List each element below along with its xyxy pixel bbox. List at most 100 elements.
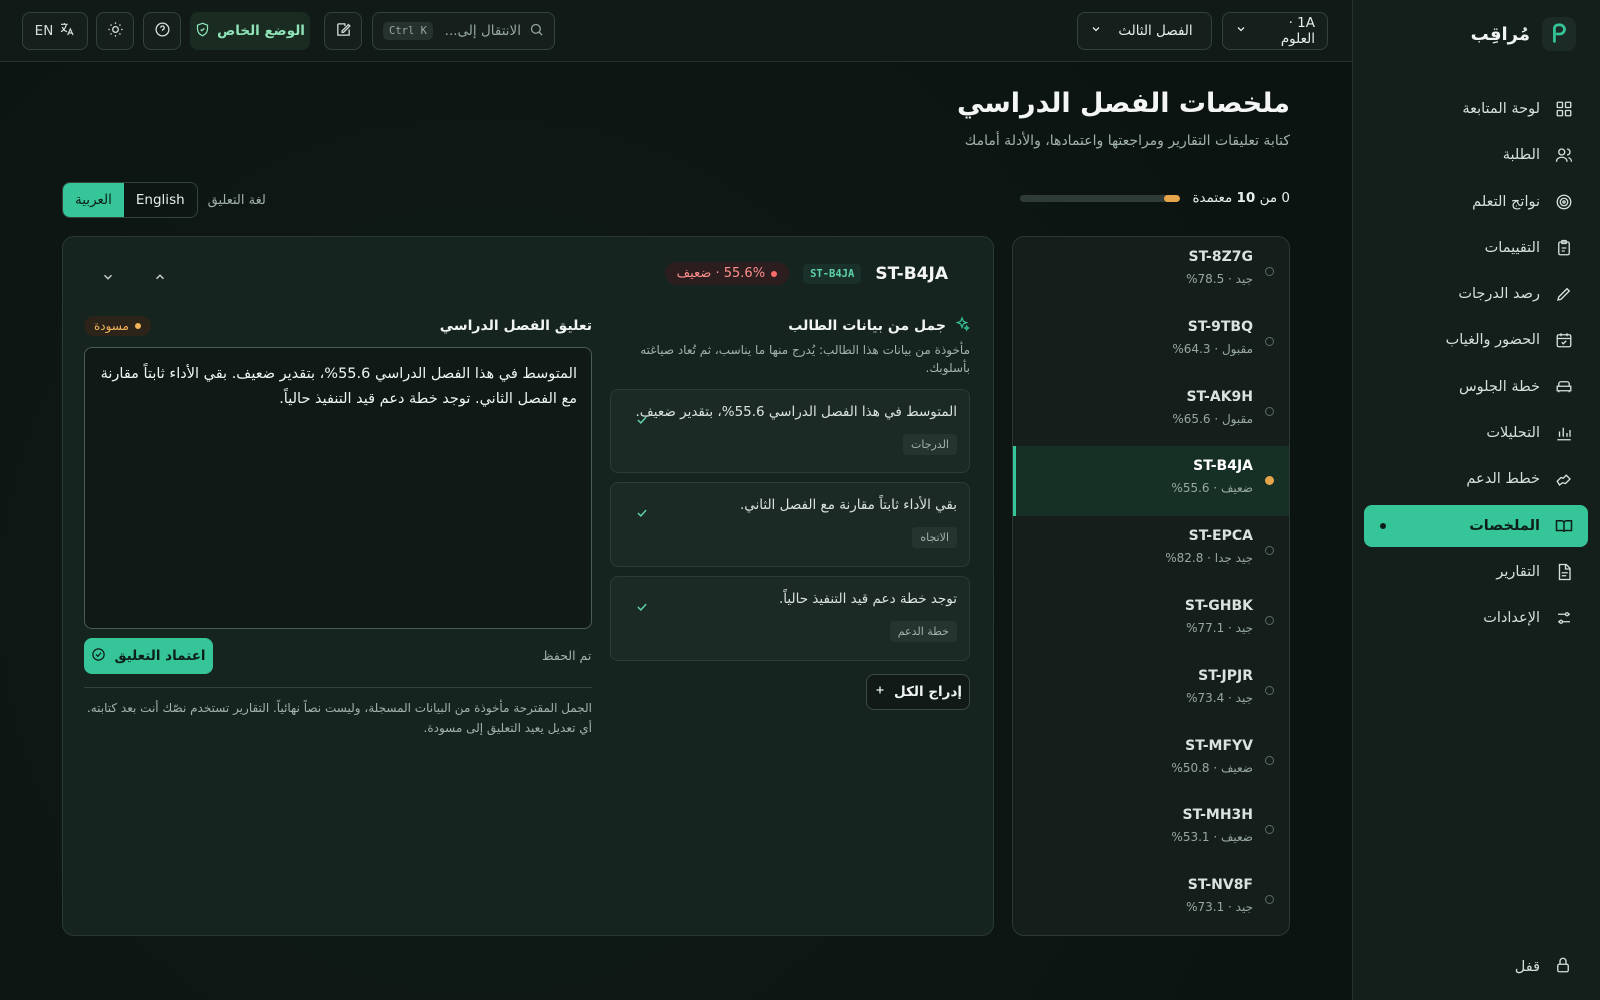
lang-option-arabic[interactable]: العربية <box>63 183 124 217</box>
student-row[interactable]: ST-NV8F جيد · 73.1% <box>1013 865 1289 935</box>
lock-button[interactable]: قفل <box>1515 956 1572 978</box>
sidebar-item-seating[interactable]: خطة الجلوس <box>1364 366 1588 408</box>
users-icon <box>1554 145 1574 165</box>
next-student-button[interactable] <box>97 267 119 289</box>
book-open-icon <box>1554 516 1574 536</box>
student-code-chip: ST-B4JA <box>803 263 862 284</box>
brand[interactable]: مُراقِب <box>1471 16 1576 52</box>
suggestion-card[interactable]: توجد خطة دعم قيد التنفيذ حالياً. خطة الد… <box>610 576 970 661</box>
suggestion-text: المتوسط في هذا الفصل الدراسي 55.6%، بتقد… <box>635 404 957 420</box>
insert-all-button[interactable]: إدراج الكل <box>866 674 970 710</box>
student-row[interactable]: ST-9TBQ مقبول · 64.3% <box>1013 307 1289 377</box>
draft-badge: مسودة <box>84 316 151 336</box>
student-row[interactable]: ST-MFYV ضعيف · 50.8% <box>1013 726 1289 796</box>
student-row[interactable]: ST-MH3H ضعيف · 53.1% <box>1013 795 1289 865</box>
save-status: تم الحفظ <box>542 648 592 663</box>
sidebar-item-label: خطة الجلوس <box>1458 378 1540 395</box>
suggestion-card[interactable]: بقي الأداء ثابتاً مقارنة مع الفصل الثاني… <box>610 482 970 567</box>
student-row[interactable]: ST-AK9H مقبول · 65.6% <box>1013 377 1289 447</box>
student-header: ST-B4JA ST-B4JA 55.6% · ضعيف <box>664 262 948 285</box>
suggestion-tag: الاتجاه <box>912 527 957 548</box>
comment-title: تعليق الفصل الدراسي <box>439 318 592 334</box>
student-id: ST-EPCA <box>1188 528 1253 545</box>
student-id: ST-B4JA <box>1193 458 1253 475</box>
approval-progress: 0 من 10 معتمدة <box>1020 190 1290 206</box>
sidebar-item-grades[interactable]: رصد الدرجات <box>1364 273 1588 315</box>
term-select[interactable]: الفصل الثالث <box>1077 12 1212 50</box>
approval-progress-fill <box>1164 194 1181 202</box>
suggestion-text: توجد خطة دعم قيد التنفيذ حالياً. <box>779 591 957 607</box>
prev-student-button[interactable] <box>149 267 171 289</box>
draft-label: مسودة <box>94 319 129 333</box>
ui-language-button[interactable]: EN <box>22 12 88 50</box>
search-input[interactable]: الانتقال إلى... Ctrl K <box>372 12 555 50</box>
student-grade: مقبول · 64.3% <box>1172 341 1253 356</box>
sidebar-item-label: الطلبة <box>1502 147 1540 164</box>
student-list: ST-8Z7G جيد · 78.5% ST-9TBQ مقبول · 64.3% … <box>1012 236 1290 936</box>
sidebar-item-label: نواتج التعلم <box>1472 193 1540 210</box>
suggestion-card[interactable]: المتوسط في هذا الفصل الدراسي 55.6%، بتقد… <box>610 389 970 473</box>
student-row[interactable]: ST-GHBK جيد · 77.1% <box>1013 586 1289 656</box>
sidebar-item-reports[interactable]: التقارير <box>1364 551 1588 593</box>
status-dot <box>1265 895 1274 905</box>
lang-option-english[interactable]: English <box>124 183 197 217</box>
sidebar-item-attendance[interactable]: الحضور والغياب <box>1364 319 1588 361</box>
student-grade: ضعيف · 53.1% <box>1171 830 1253 845</box>
class-select[interactable]: 1A · العلوم <box>1222 12 1328 50</box>
sidebar-nav: لوحة المتابعة الطلبة نواتج التعلم التقيي… <box>1364 88 1588 644</box>
student-row[interactable]: ST-8Z7G جيد · 78.5% <box>1013 237 1289 307</box>
sidebar-item-label: الحضور والغياب <box>1445 332 1540 349</box>
student-id: ST-NV8F <box>1187 877 1253 894</box>
theme-toggle[interactable] <box>96 12 134 50</box>
pencil-icon <box>1554 284 1574 304</box>
logo-icon <box>1542 17 1576 51</box>
student-grade: جيد · 78.5% <box>1186 272 1253 286</box>
divider <box>84 687 592 688</box>
translate-icon <box>59 21 75 41</box>
student-row[interactable]: ST-EPCA جيد جدا · 82.8% <box>1013 516 1289 586</box>
private-mode-label: الوضع الخاص <box>217 23 305 39</box>
sidebar-item-support-plans[interactable]: خطط الدعم <box>1364 458 1588 500</box>
sun-icon <box>107 21 124 42</box>
check-icon <box>635 599 649 618</box>
search-icon <box>529 22 544 41</box>
grade-dot <box>771 270 778 277</box>
student-id: ST-MFYV <box>1185 737 1253 754</box>
chevron-down-icon <box>1090 23 1102 39</box>
comment-textarea[interactable]: المتوسط في هذا الفصل الدراسي 55.6%، بتقد… <box>84 347 592 629</box>
sidebar-item-label: التحليلات <box>1486 425 1540 442</box>
comment-language-switch: العربية English لغة التعليق <box>62 182 266 218</box>
sofa-icon <box>1554 377 1574 397</box>
student-id: ST-9TBQ <box>1187 318 1253 335</box>
status-dot <box>1265 406 1274 416</box>
sidebar-item-summaries[interactable]: الملخصات <box>1364 504 1588 547</box>
private-mode-toggle[interactable]: الوضع الخاص <box>190 12 310 50</box>
approval-count: 0 من 10 معتمدة <box>1192 190 1290 206</box>
student-row[interactable]: ST-JPJR جيد · 73.4% <box>1013 656 1289 726</box>
student-grade: مقبول · 65.6% <box>1172 411 1253 426</box>
compose-button[interactable] <box>324 12 362 50</box>
chevron-down-icon <box>1235 23 1247 39</box>
suggestions-header: جمل من بيانات الطالب <box>788 316 971 336</box>
help-button[interactable] <box>143 12 181 50</box>
sidebar-item-outcomes[interactable]: نواتج التعلم <box>1364 181 1588 223</box>
sidebar-item-settings[interactable]: الإعدادات <box>1364 597 1588 639</box>
sidebar-item-dashboard[interactable]: لوحة المتابعة <box>1364 88 1588 130</box>
status-dot <box>1265 615 1274 625</box>
brand-name: مُراقِب <box>1470 23 1530 45</box>
sidebar-item-assessments[interactable]: التقييمات <box>1364 227 1588 269</box>
approve-label: اعتماد التعليق <box>114 648 206 664</box>
page-title: ملخصات الفصل الدراسي <box>956 88 1290 119</box>
lock-icon <box>1554 956 1572 978</box>
sidebar-item-label: خطط الدعم <box>1466 471 1540 488</box>
student-grade: ضعيف · 55.6% <box>1171 481 1253 496</box>
sidebar-item-students[interactable]: الطلبة <box>1364 134 1588 176</box>
approve-comment-button[interactable]: اعتماد التعليق <box>84 638 213 674</box>
check-icon <box>635 412 649 431</box>
chevron-up-icon <box>153 269 167 288</box>
student-row-selected[interactable]: ST-B4JA ضعيف · 55.6% <box>1013 446 1289 517</box>
suggestions-title: جمل من بيانات الطالب <box>788 318 946 334</box>
grade-badge: 55.6% · ضعيف <box>664 262 790 285</box>
sidebar-item-analytics[interactable]: التحليلات <box>1364 412 1588 454</box>
status-dot <box>1265 825 1274 835</box>
